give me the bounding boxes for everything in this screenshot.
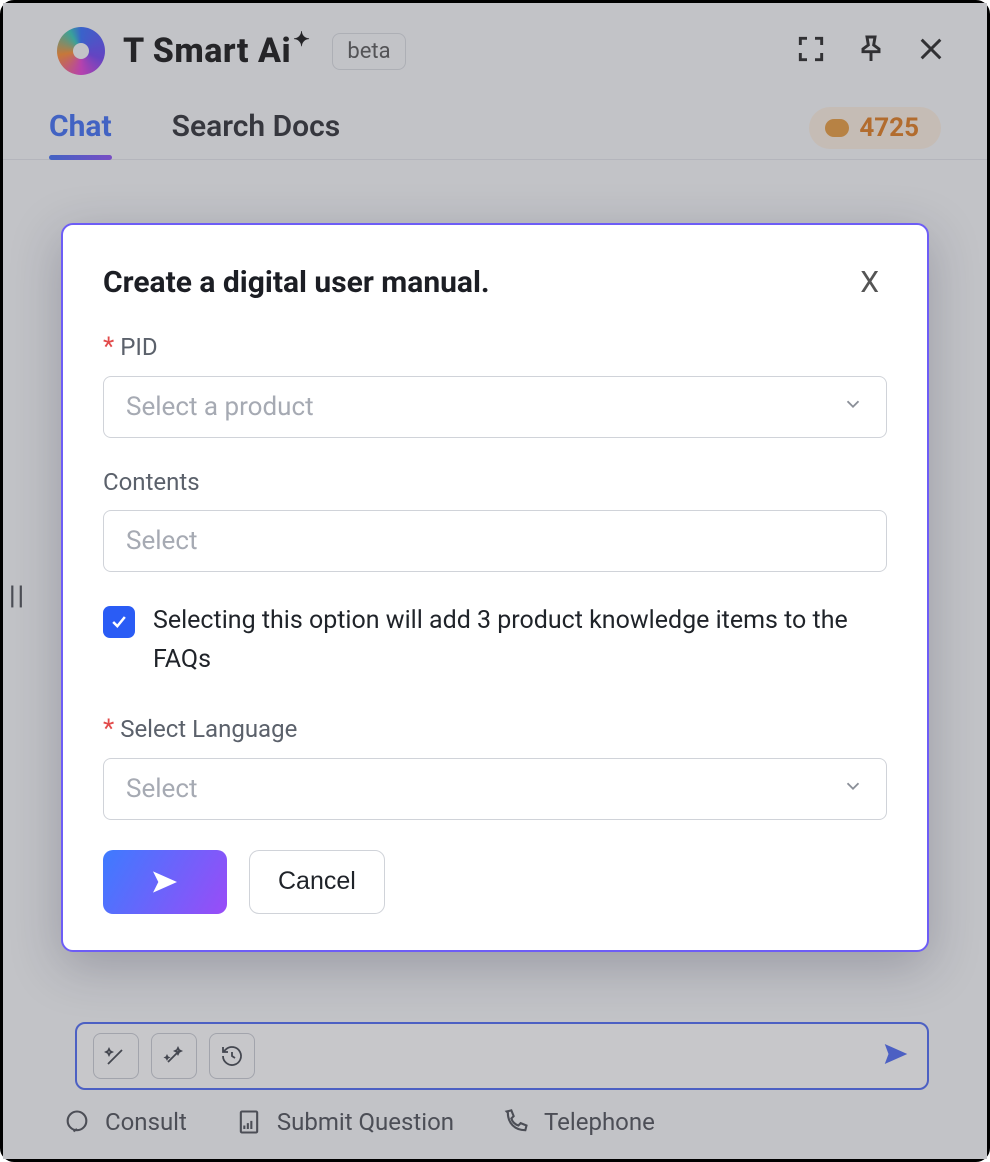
contents-label: Contents — [103, 468, 887, 496]
faq-checkbox[interactable] — [103, 606, 135, 638]
language-placeholder: Select — [126, 774, 197, 804]
required-asterisk: * — [103, 714, 114, 744]
required-asterisk: * — [103, 332, 114, 362]
modal-close-button[interactable]: X — [852, 261, 887, 304]
faq-checkbox-label: Selecting this option will add 3 product… — [153, 602, 887, 680]
cancel-button[interactable]: Cancel — [249, 850, 385, 914]
chevron-down-icon — [842, 392, 864, 422]
paper-plane-icon — [149, 866, 181, 898]
language-select[interactable]: Select — [103, 758, 887, 820]
contents-placeholder: Select — [126, 526, 197, 556]
chevron-down-icon — [842, 774, 864, 804]
pid-label-text: PID — [120, 333, 157, 361]
pid-label: * PID — [103, 332, 887, 362]
contents-label-text: Contents — [103, 468, 200, 496]
modal-title: Create a digital user manual. — [103, 265, 490, 300]
language-label: * Select Language — [103, 714, 887, 744]
language-label-text: Select Language — [120, 715, 297, 743]
contents-select[interactable]: Select — [103, 510, 887, 572]
pid-placeholder: Select a product — [126, 392, 314, 422]
pid-select[interactable]: Select a product — [103, 376, 887, 438]
submit-button[interactable] — [103, 850, 227, 914]
create-manual-modal: Create a digital user manual. X * PID Se… — [61, 223, 929, 952]
